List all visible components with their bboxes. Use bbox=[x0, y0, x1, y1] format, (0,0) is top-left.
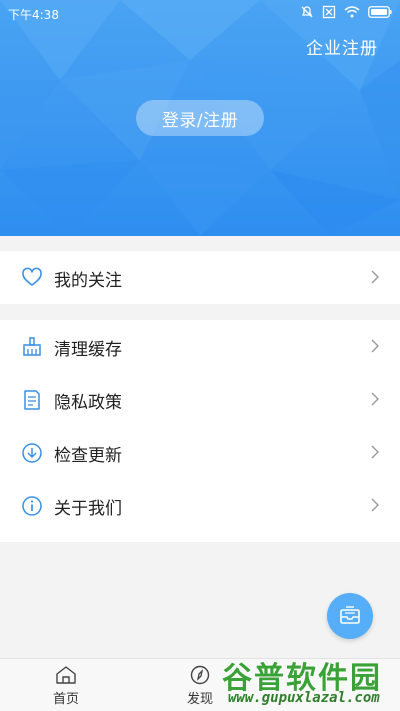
chevron-right-icon bbox=[371, 339, 379, 353]
home-icon bbox=[56, 666, 76, 684]
menu-group-settings: 清理缓存 隐私政策 检查更新 关于我们 bbox=[0, 320, 400, 542]
mail-icon bbox=[340, 606, 360, 624]
menu-item-label: 我的关注 bbox=[54, 271, 122, 291]
menu-item-privacy-policy[interactable]: 隐私政策 bbox=[0, 373, 400, 426]
chevron-right-icon bbox=[371, 445, 379, 459]
compass-icon bbox=[190, 665, 210, 685]
heart-icon bbox=[22, 267, 42, 286]
menu-item-clear-cache[interactable]: 清理缓存 bbox=[0, 320, 400, 373]
chevron-right-icon bbox=[371, 392, 379, 406]
status-time: 下午4:38 bbox=[8, 8, 59, 22]
wifi-icon bbox=[344, 6, 360, 18]
watermark-url: www.gupuxlazal.com bbox=[228, 690, 380, 706]
menu-item-label: 清理缓存 bbox=[54, 340, 122, 360]
message-fab-button[interactable] bbox=[327, 593, 373, 639]
tab-label: 首页 bbox=[52, 692, 79, 707]
menu-item-about-us[interactable]: 关于我们 bbox=[0, 479, 400, 532]
menu-item-label: 关于我们 bbox=[54, 499, 122, 519]
corporate-register-link[interactable]: 企业注册 bbox=[306, 34, 378, 59]
menu-item-check-update[interactable]: 检查更新 bbox=[0, 426, 400, 479]
mute-bell-icon bbox=[301, 6, 313, 18]
status-bar: 下午4:38 bbox=[0, 0, 400, 28]
info-icon bbox=[22, 496, 42, 516]
close-box-icon bbox=[322, 5, 336, 19]
broom-icon bbox=[23, 337, 41, 356]
menu-item-label: 隐私政策 bbox=[54, 393, 122, 413]
menu-group-favorites: 我的关注 bbox=[0, 251, 400, 304]
status-icons bbox=[300, 5, 392, 19]
login-register-button[interactable]: 登录/注册 bbox=[136, 100, 264, 136]
document-icon bbox=[24, 390, 40, 410]
menu-item-favorites[interactable]: 我的关注 bbox=[0, 251, 400, 304]
download-icon bbox=[22, 443, 42, 463]
battery-icon bbox=[368, 6, 392, 18]
menu-item-label: 检查更新 bbox=[54, 446, 122, 466]
chevron-right-icon bbox=[371, 270, 379, 284]
watermark-overlay: 谷普软件园 www.gupuxlazal.com bbox=[218, 651, 400, 711]
profile-header: 下午4:38 企业注册 登录/注册 bbox=[0, 0, 400, 236]
tab-home[interactable]: 首页 bbox=[26, 659, 106, 711]
chevron-right-icon bbox=[371, 498, 379, 512]
